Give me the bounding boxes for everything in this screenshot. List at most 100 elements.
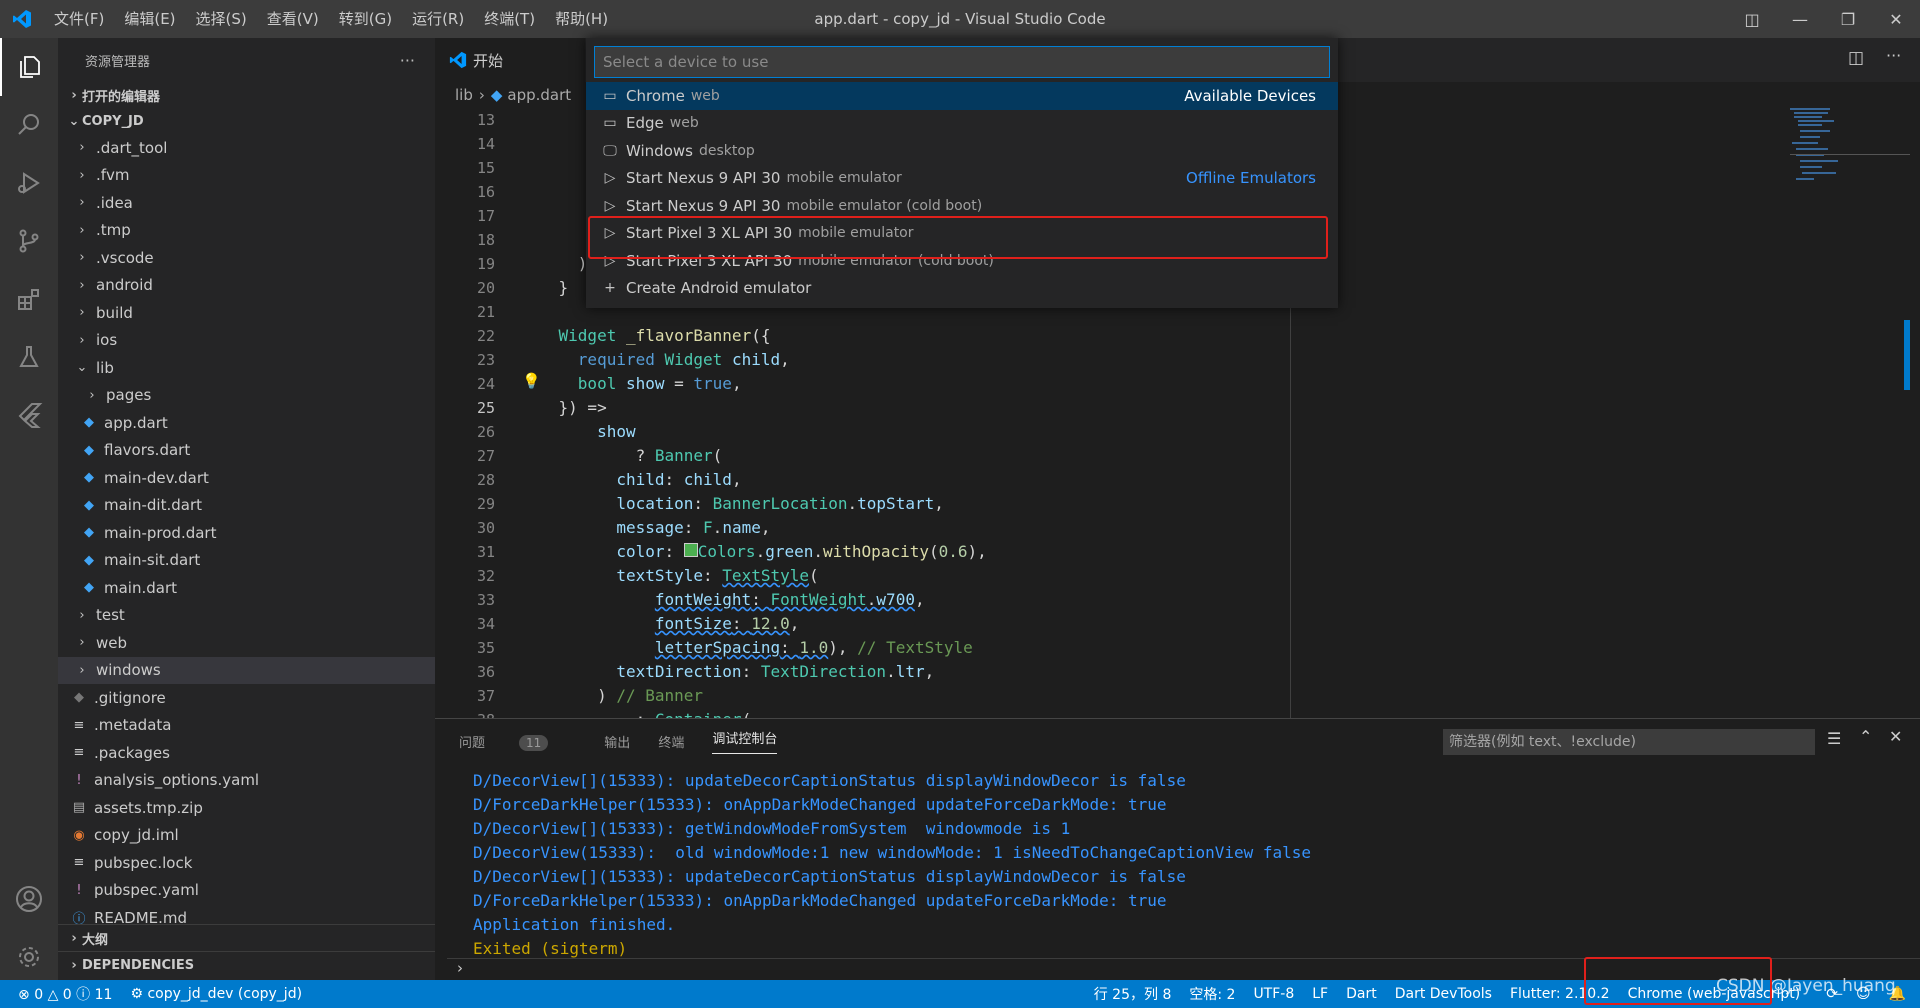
file-item[interactable]: ◉ copy_jd.iml <box>58 822 435 850</box>
flutter-icon[interactable] <box>0 386 58 444</box>
tree-item-label: pages <box>106 386 152 405</box>
dependencies-label: DEPENDENCIES <box>82 957 195 973</box>
tree-item-label: main.dart <box>104 578 178 597</box>
file-item[interactable]: ◆ main.dart <box>58 574 435 602</box>
folder-item[interactable]: › android <box>58 272 435 300</box>
restore-button[interactable]: ❐ <box>1824 0 1872 38</box>
file-item[interactable]: ! analysis_options.yaml <box>58 767 435 795</box>
settings-gear-icon[interactable] <box>0 928 58 986</box>
dart-devtools[interactable]: Dart DevTools <box>1386 986 1501 1002</box>
problems-status[interactable]: ⊗ 0 △ 0 ⓘ 11 <box>0 984 121 1004</box>
menu-item-7[interactable]: 帮助(H) <box>545 0 618 38</box>
file-item[interactable]: ◆ .gitignore <box>58 684 435 712</box>
menu-item-1[interactable]: 编辑(E) <box>114 0 185 38</box>
dependencies-section[interactable]: › DEPENDENCIES <box>58 951 435 978</box>
tab-debug-console[interactable]: 调试控制台 <box>712 728 778 754</box>
file-item[interactable]: ◆ flavors.dart <box>58 437 435 465</box>
folder-item[interactable]: › .tmp <box>58 217 435 245</box>
menu-item-4[interactable]: 转到(G) <box>329 0 402 38</box>
close-button[interactable]: ✕ <box>1872 0 1920 38</box>
file-item[interactable]: ≡ pubspec.lock <box>58 849 435 877</box>
device-label: Edge <box>626 114 664 133</box>
tab-problems-label: 问题 <box>459 735 486 751</box>
iml-file-icon: ◉ <box>73 827 85 843</box>
file-item[interactable]: ◆ main-prod.dart <box>58 519 435 547</box>
file-item[interactable]: ≡ .packages <box>58 739 435 767</box>
file-item[interactable]: ◆ main-dev.dart <box>58 464 435 492</box>
breadcrumb-folder[interactable]: lib <box>455 86 473 104</box>
menu-item-3[interactable]: 查看(V) <box>257 0 329 38</box>
folder-item[interactable]: › ios <box>58 327 435 355</box>
run-debug-icon[interactable] <box>0 154 58 212</box>
folder-item[interactable]: › windows <box>58 656 435 684</box>
source-control-icon[interactable] <box>0 212 58 270</box>
info-count: 11 <box>94 987 113 1003</box>
folder-item[interactable]: › build <box>58 299 435 327</box>
tab-problems[interactable]: 问题 11 <box>459 732 576 751</box>
open-editors-section[interactable]: › 打开的编辑器 <box>58 82 435 108</box>
tab-welcome[interactable]: 开始 <box>435 38 585 82</box>
file-item[interactable]: ≡ .metadata <box>58 712 435 740</box>
folder-item[interactable]: › test <box>58 602 435 630</box>
device-item[interactable]: ▷ Start Nexus 9 API 30 mobile emulator Offl… <box>586 165 1338 193</box>
file-item[interactable]: ◆ main-dit.dart <box>58 492 435 520</box>
folder-item[interactable]: › .fvm <box>58 162 435 190</box>
end-of-line[interactable]: LF <box>1303 986 1337 1002</box>
extensions-icon[interactable] <box>0 270 58 328</box>
breadcrumb-file[interactable]: app.dart <box>507 86 571 104</box>
debug-filter-input[interactable]: 筛选器(例如 text、!exclude) <box>1443 729 1815 755</box>
language-mode[interactable]: Dart <box>1337 986 1386 1002</box>
debug-console-output: D/DecorView[](15333): updateDecorCaption… <box>435 769 1920 937</box>
file-item[interactable]: ! pubspec.yaml <box>58 877 435 905</box>
layout-icon[interactable]: ◫ <box>1728 0 1776 38</box>
folder-item[interactable]: › .vscode <box>58 244 435 272</box>
close-panel-icon[interactable]: ✕ <box>1889 727 1902 746</box>
filter-lines-icon[interactable]: ☰ <box>1827 729 1841 748</box>
folder-item[interactable]: › web <box>58 629 435 657</box>
explorer-more-button[interactable]: ··· <box>400 51 415 70</box>
folder-item[interactable]: › .dart_tool <box>58 134 435 162</box>
console-line: D/ForceDarkHelper(15333): onAppDarkModeC… <box>473 795 1167 814</box>
device-label: Windows <box>626 141 693 160</box>
line-number: 16 <box>476 183 495 201</box>
flavor-status[interactable]: ⚙ copy_jd_dev (copy_jd) <box>121 986 311 1002</box>
indentation[interactable]: 空格: 2 <box>1180 984 1244 1004</box>
editor-more-icon[interactable]: ··· <box>1886 46 1910 70</box>
file-item[interactable]: ◆ main-sit.dart <box>58 547 435 575</box>
encoding[interactable]: UTF-8 <box>1244 986 1303 1002</box>
tab-terminal[interactable]: 终端 <box>658 732 684 751</box>
explorer-icon[interactable] <box>0 38 58 96</box>
outline-section[interactable]: › 大纲 <box>58 924 435 951</box>
minimap[interactable] <box>1790 108 1910 718</box>
account-icon[interactable] <box>0 870 58 928</box>
folder-item[interactable]: › pages <box>58 382 435 410</box>
project-root-section[interactable]: ⌄ COPY_JD <box>58 108 435 134</box>
play-icon: ▷ <box>604 170 616 187</box>
folder-item[interactable]: › .idea <box>58 189 435 217</box>
search-icon[interactable] <box>0 96 58 154</box>
split-editor-icon[interactable]: ◫ <box>1848 48 1872 72</box>
device-item[interactable]: + Create Android emulator <box>586 275 1338 303</box>
device-search-field[interactable] <box>594 46 1330 78</box>
device-list: ▭ Chrome web Available Devices ▭ Edge web 🖵 Wind… <box>586 82 1338 302</box>
cursor-position[interactable]: 行 25，列 8 <box>1085 984 1181 1004</box>
device-item[interactable]: ▭ Edge web <box>586 110 1338 138</box>
file-item[interactable]: ▤ assets.tmp.zip <box>58 794 435 822</box>
device-description: mobile emulator (cold boot) <box>786 197 983 214</box>
yaml-file-icon: ! <box>76 882 82 898</box>
device-item[interactable]: 🖵 Windows desktop <box>586 137 1338 165</box>
minimize-button[interactable]: — <box>1776 0 1824 38</box>
maximize-panel-icon[interactable]: ⌃ <box>1859 727 1872 746</box>
device-item[interactable]: ▭ Chrome web Available Devices <box>586 82 1338 110</box>
menu-item-2[interactable]: 选择(S) <box>186 0 257 38</box>
file-item[interactable]: ◆ app.dart <box>58 409 435 437</box>
highlight-box-device <box>1584 957 1772 1005</box>
menu-item-5[interactable]: 运行(R) <box>402 0 474 38</box>
tab-output[interactable]: 输出 <box>604 732 630 751</box>
menu-item-6[interactable]: 终端(T) <box>474 0 545 38</box>
console-line: D/DecorView(15333): old windowMode:1 new… <box>473 843 1312 862</box>
testing-icon[interactable] <box>0 328 58 386</box>
device-search-input[interactable] <box>601 52 1329 72</box>
folder-item[interactable]: ⌄ lib <box>58 354 435 382</box>
menu-item-0[interactable]: 文件(F) <box>44 0 114 38</box>
